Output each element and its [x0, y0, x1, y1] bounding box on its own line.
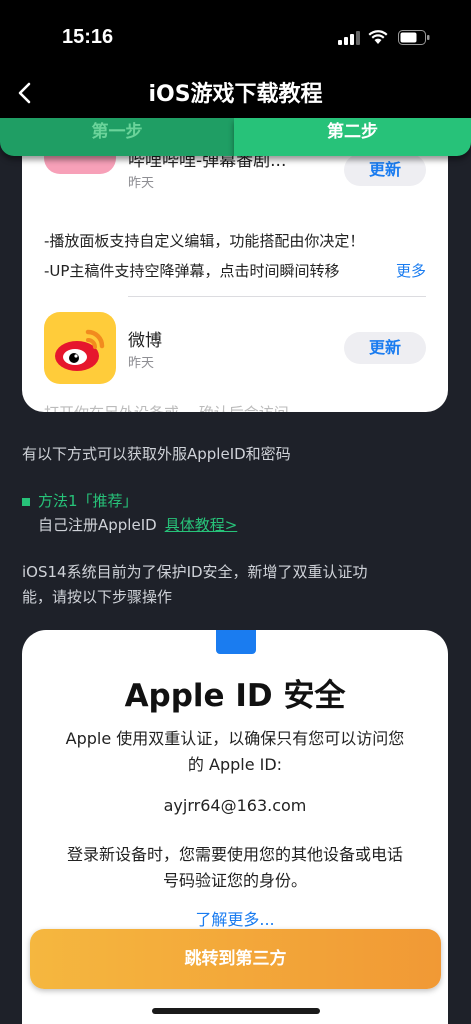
info-line: 有以下方式可以获取外服AppleID和密码 [22, 445, 291, 463]
app-update-card: bilibili 哔哩哔哩-弹幕番剧... 昨天 更新 -播放面板支持自定义编辑… [22, 120, 448, 412]
weibo-logo-icon [55, 329, 105, 371]
weibo-app-date: 昨天 [128, 356, 155, 371]
tab-step-one[interactable]: 第一步 [0, 118, 234, 156]
wifi-icon [368, 30, 388, 44]
ios14-notice-line2: 能，请按以下步骤操作 [22, 588, 173, 606]
nav-bar: iOS游戏下载教程 [0, 62, 471, 122]
more-link[interactable]: 更多 [392, 260, 427, 281]
status-time: 15:16 [62, 26, 114, 48]
release-note: -UP主稿件支持空降弹幕，点击时间瞬间转移 [44, 262, 340, 280]
learn-more-link[interactable]: 了解更多... [22, 906, 448, 930]
tutorial-link[interactable]: 具体教程> [165, 516, 238, 534]
release-note: -播放面板支持自定义编辑，功能搭配由你决定！ [44, 232, 365, 250]
signal-icon [338, 31, 360, 45]
jump-to-third-party-button[interactable]: 跳转到第三方 [30, 929, 441, 989]
page-title: iOS游戏下载教程 [148, 82, 323, 107]
method-title-text: 方法1「推荐」 [38, 492, 138, 510]
security-email: ayjrr64@163.com [163, 796, 307, 815]
weibo-app-icon [44, 312, 116, 384]
battery-icon [398, 30, 430, 45]
bullet-icon [22, 497, 30, 506]
home-indicator [152, 1008, 320, 1014]
method-text: 自己注册AppleID [38, 516, 157, 534]
security-desc2-line2: 号码验证您的身份。 [162, 871, 307, 890]
blue-tab-marker [216, 630, 256, 654]
ios14-notice-line1: iOS14系统目前为了保护ID安全，新增了双重认证功 [22, 563, 368, 581]
bilibili-update-button[interactable]: 更新 [344, 154, 426, 186]
security-desc2-line1: 登录新设备时，您需要使用您的其他设备或电话 [66, 845, 403, 864]
weibo-app-name: 微博 [128, 331, 162, 351]
tab-step-two[interactable]: 第二步 [234, 118, 471, 156]
security-desc-line1: Apple 使用双重认证，以确保只有您可以访问您 [65, 729, 405, 748]
step-tabs: 第一步 第二步 [0, 118, 471, 156]
method-title: 方法1「推荐」 [22, 490, 138, 511]
security-desc-line2: 的 Apple ID: [187, 755, 283, 774]
divider [128, 296, 426, 297]
status-bar: 15:16 [0, 0, 471, 62]
security-title: Apple ID 安全 [124, 678, 346, 714]
method-line: 自己注册AppleID 具体教程> [38, 514, 237, 535]
bilibili-app-date: 昨天 [128, 176, 155, 191]
weibo-update-button[interactable]: 更新 [344, 332, 426, 364]
cut-off-text: 打开你在另外设备或… 确认后会访问… [44, 402, 424, 412]
